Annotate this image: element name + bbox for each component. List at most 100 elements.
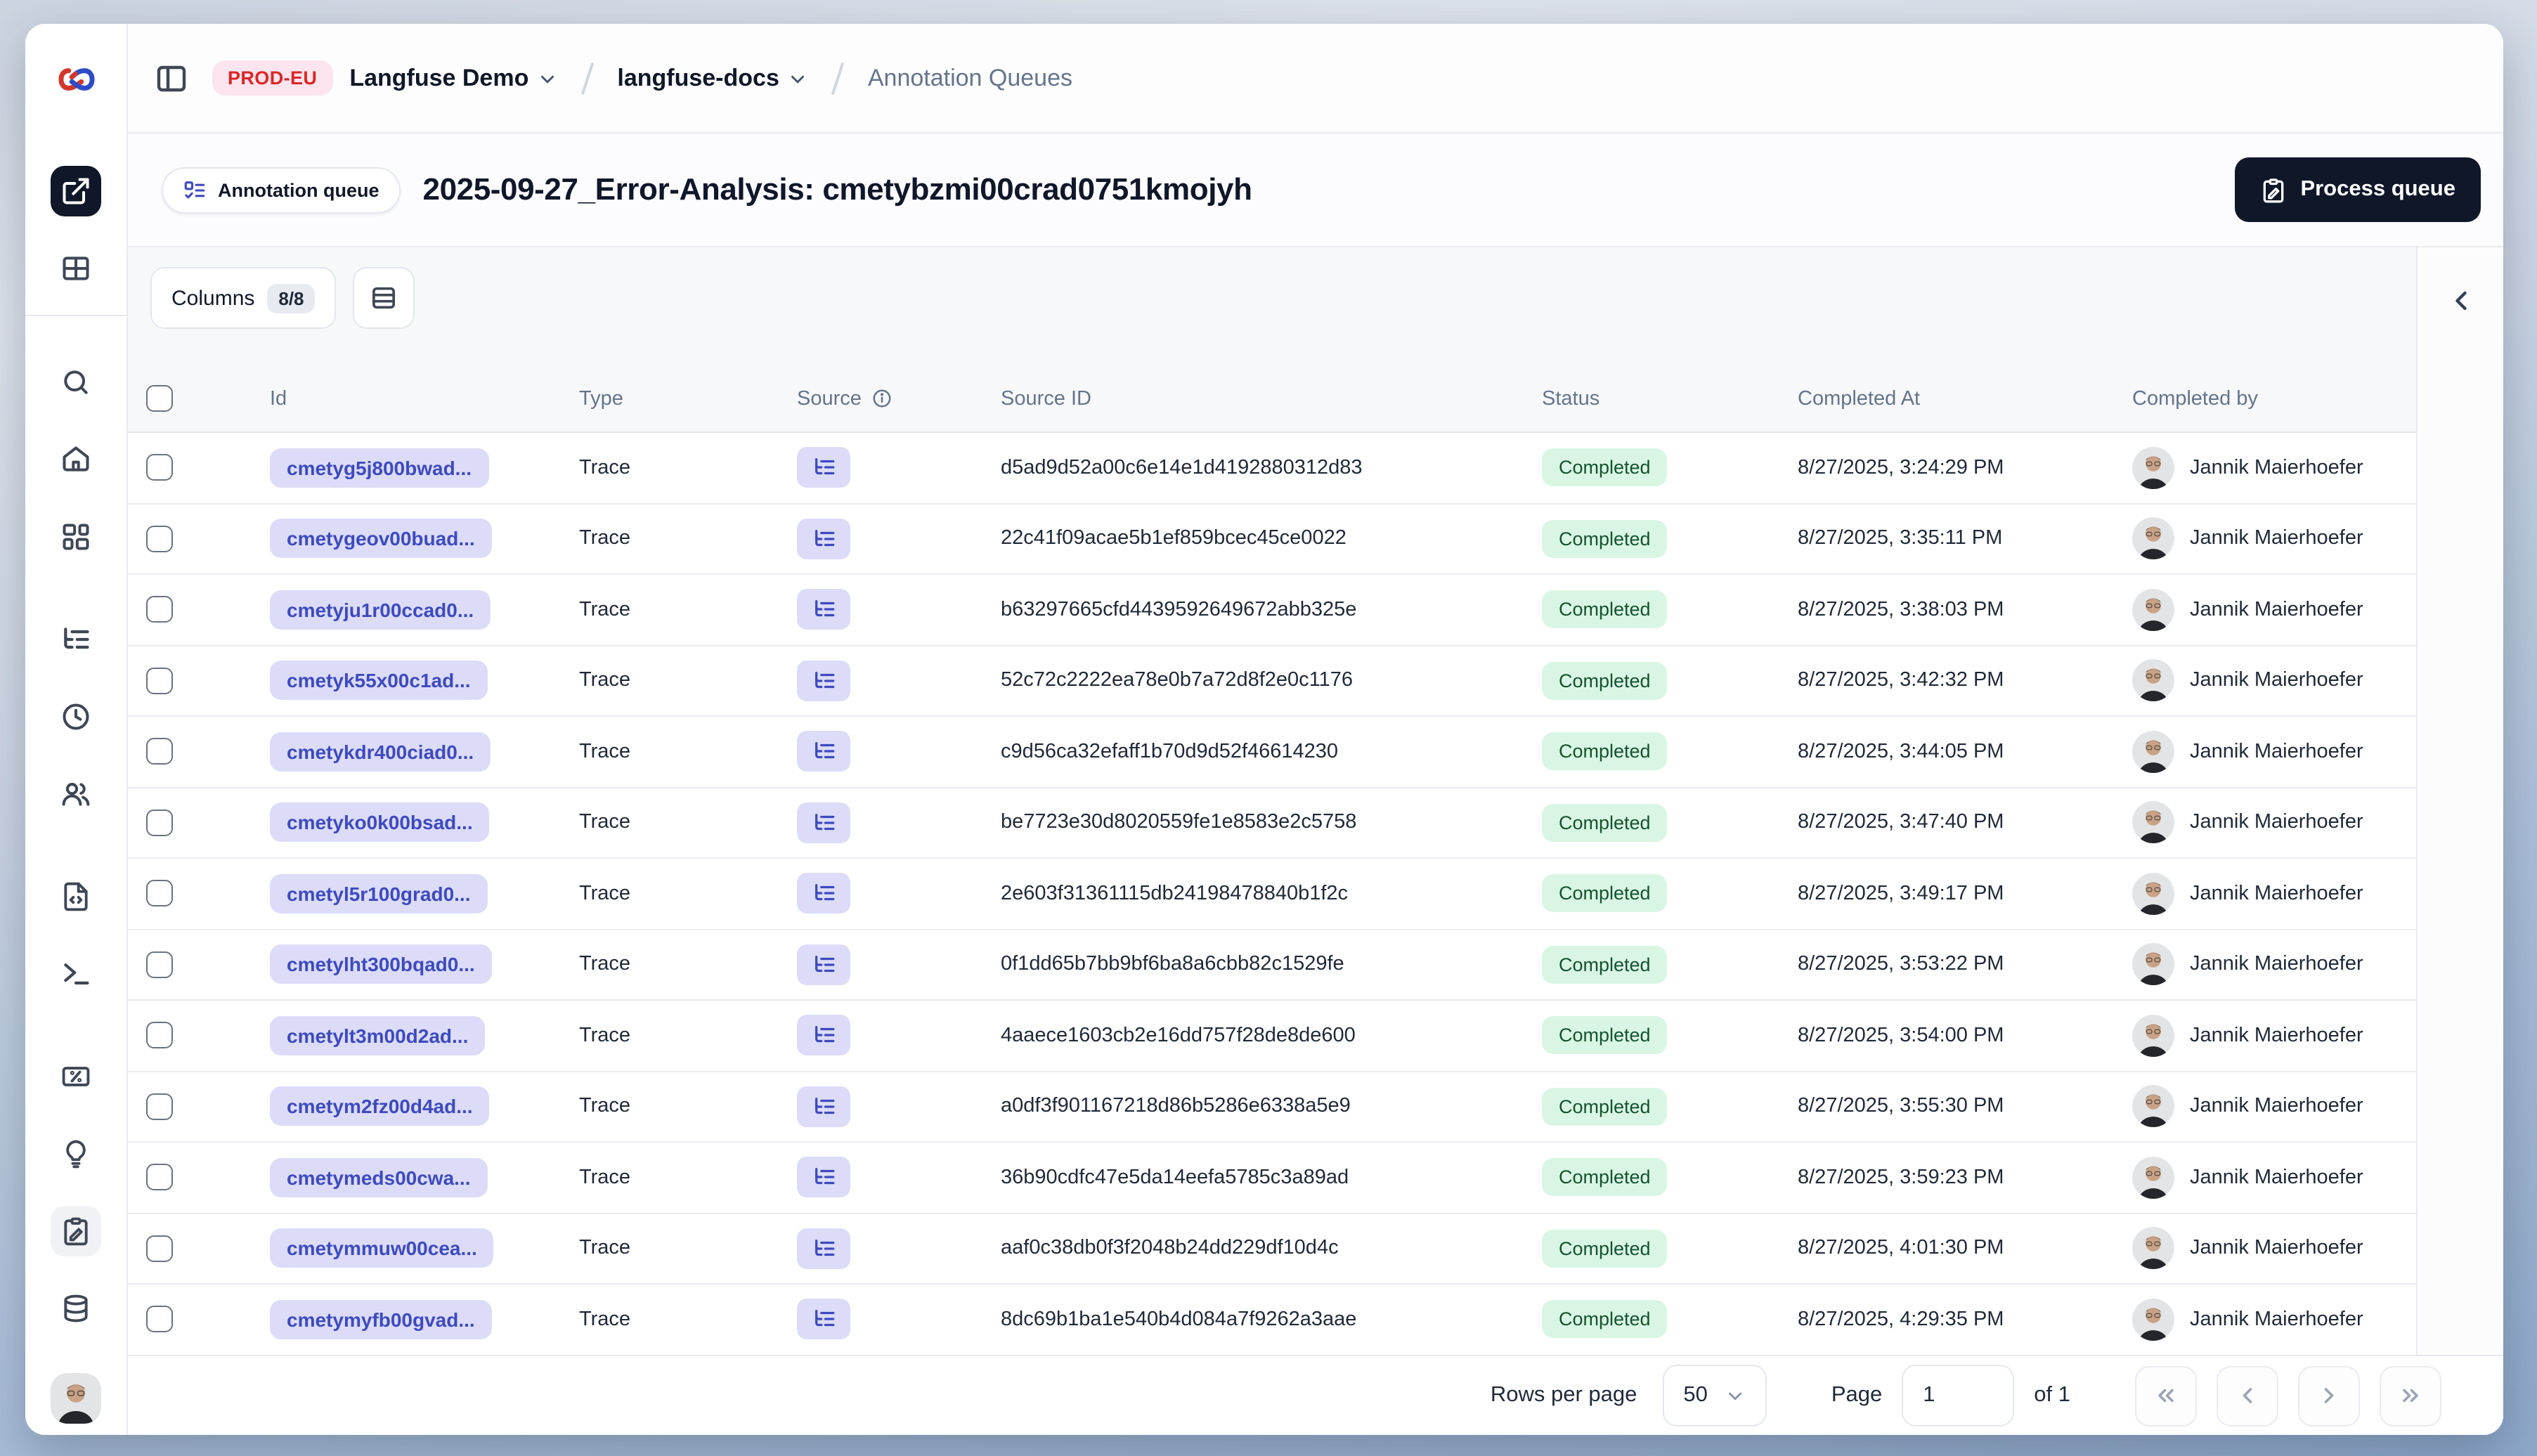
trace-link-icon[interactable]: [797, 1086, 850, 1127]
trace-link-icon[interactable]: [797, 1228, 850, 1269]
row-avatar: [2132, 1086, 2174, 1128]
home-icon[interactable]: [51, 434, 101, 485]
row-id-badge[interactable]: cmetyju1r00ccad0...: [270, 590, 491, 630]
trace-link-icon[interactable]: [797, 1299, 850, 1340]
process-queue-button[interactable]: Process queue: [2234, 157, 2481, 222]
row-checkbox[interactable]: [146, 880, 173, 907]
status-badge: Completed: [1542, 1229, 1668, 1268]
row-avatar: [2132, 1015, 2174, 1057]
row-avatar: [2132, 1299, 2174, 1341]
row-checkbox[interactable]: [146, 1093, 173, 1120]
row-type: Trace: [579, 811, 631, 834]
first-page-icon[interactable]: [2135, 1365, 2197, 1426]
row-id-badge[interactable]: cmetymmuw00cea...: [270, 1228, 494, 1268]
row-checkbox[interactable]: [146, 1022, 173, 1049]
row-checkbox[interactable]: [146, 596, 173, 623]
row-checkbox[interactable]: [146, 1164, 173, 1191]
annotation-clipboard-icon[interactable]: [51, 1206, 101, 1256]
org-switcher[interactable]: Langfuse Demo: [349, 64, 558, 92]
row-checkbox[interactable]: [146, 1306, 173, 1333]
search-icon[interactable]: [51, 357, 101, 408]
col-completed-at[interactable]: Completed At: [1798, 387, 1920, 410]
sidebar-toggle-icon[interactable]: [148, 54, 195, 102]
row-checkbox[interactable]: [146, 667, 173, 694]
table-row: cmetylt3m00d2ad... Trace 4aaece1603cb2e1…: [128, 1001, 2416, 1072]
status-badge: Completed: [1542, 874, 1668, 913]
page-header: Annotation queue 2025-09-27_Error-Analys…: [128, 134, 2503, 247]
row-completed-by: Jannik Maierhoefer: [2190, 669, 2363, 692]
row-checkbox[interactable]: [146, 454, 173, 481]
trace-link-icon[interactable]: [797, 731, 850, 772]
trace-link-icon[interactable]: [797, 944, 850, 985]
prev-page-icon[interactable]: [2217, 1365, 2278, 1426]
row-checkbox[interactable]: [146, 525, 173, 552]
status-badge: Completed: [1542, 519, 1668, 558]
trace-link-icon[interactable]: [797, 802, 850, 843]
side-panel-strip: [2416, 247, 2503, 1356]
rows-per-page-select[interactable]: 50: [1662, 1365, 1767, 1426]
table-row: cmetym2fz00d4ad... Trace a0df3f901167218…: [128, 1072, 2416, 1143]
table-row: cmetymmuw00cea... Trace aaf0c38db0f3f204…: [128, 1214, 2416, 1285]
last-page-icon[interactable]: [2380, 1365, 2441, 1426]
row-completed-by: Jannik Maierhoefer: [2190, 527, 2363, 550]
row-id-badge[interactable]: cmetyg5j800bwad...: [270, 448, 489, 488]
trace-link-icon[interactable]: [797, 589, 850, 630]
sessions-clock-icon[interactable]: [51, 691, 101, 742]
col-id[interactable]: Id: [270, 387, 287, 410]
table-row: cmetyl5r100grad0... Trace 2e603f31361115…: [128, 859, 2416, 930]
row-id-badge[interactable]: cmetylt3m00d2ad...: [270, 1015, 486, 1055]
user-avatar[interactable]: [51, 1373, 101, 1424]
langfuse-logo: [25, 24, 126, 134]
row-id-badge[interactable]: cmetylht300bqad0...: [270, 944, 492, 984]
row-checkbox[interactable]: [146, 738, 173, 765]
row-id-badge[interactable]: cmetyko0k00bsad...: [270, 802, 490, 843]
lightbulb-icon[interactable]: [51, 1129, 101, 1179]
columns-button[interactable]: Columns 8/8: [150, 267, 337, 329]
trace-link-icon[interactable]: [797, 518, 850, 559]
row-checkbox[interactable]: [146, 809, 173, 836]
row-checkbox[interactable]: [146, 1235, 173, 1262]
row-id-badge[interactable]: cmetygeov00buad...: [270, 519, 492, 559]
trace-link-icon[interactable]: [797, 660, 850, 701]
open-external-button[interactable]: [51, 166, 101, 216]
col-status[interactable]: Status: [1542, 387, 1600, 410]
select-all-checkbox[interactable]: [146, 385, 173, 412]
next-page-icon[interactable]: [2298, 1365, 2360, 1426]
table-view-icon[interactable]: [51, 243, 101, 294]
project-switcher[interactable]: langfuse-docs: [617, 64, 809, 92]
collapse-panel-chevron-icon[interactable]: [2438, 278, 2483, 323]
chevron-down-icon: [788, 69, 809, 90]
col-source-id[interactable]: Source ID: [1001, 387, 1091, 410]
row-completed-by: Jannik Maierhoefer: [2190, 598, 2363, 621]
playground-terminal-icon[interactable]: [51, 949, 101, 999]
chevron-down-icon: [537, 69, 558, 90]
row-checkbox[interactable]: [146, 951, 173, 978]
col-type[interactable]: Type: [579, 387, 623, 410]
row-source-id: be7723e30d8020559fe1e8583e2c5758: [1001, 811, 1357, 834]
evaluation-percent-icon[interactable]: [51, 1051, 101, 1102]
datasets-database-icon[interactable]: [51, 1283, 101, 1334]
page-number-input[interactable]: [1902, 1365, 2015, 1426]
app-window: PROD-EU Langfuse Demo langfuse-docs Anno…: [25, 24, 2503, 1435]
col-completed-by[interactable]: Completed by: [2132, 387, 2258, 410]
traces-tree-icon[interactable]: [51, 614, 101, 665]
rows-per-page-label: Rows per page: [1490, 1383, 1637, 1407]
dashboard-icon[interactable]: [51, 512, 101, 562]
row-height-icon[interactable]: [353, 267, 415, 329]
trace-link-icon[interactable]: [797, 873, 850, 914]
trace-link-icon[interactable]: [797, 447, 850, 488]
trace-link-icon[interactable]: [797, 1157, 850, 1198]
users-icon[interactable]: [51, 769, 101, 819]
row-id-badge[interactable]: cmetymeds00cwa...: [270, 1157, 488, 1197]
row-id-badge[interactable]: cmetymyfb00gvad...: [270, 1299, 492, 1339]
row-completed-at: 8/27/2025, 3:55:30 PM: [1798, 1095, 2004, 1118]
trace-link-icon[interactable]: [797, 1015, 850, 1056]
row-id-badge[interactable]: cmetyk55x00c1ad...: [270, 661, 488, 701]
row-id-badge[interactable]: cmetykdr400ciad0...: [270, 732, 491, 772]
col-source[interactable]: Source: [797, 387, 862, 410]
row-id-badge[interactable]: cmetym2fz00d4ad...: [270, 1086, 490, 1126]
row-id-badge[interactable]: cmetyl5r100grad0...: [270, 873, 488, 914]
row-avatar: [2132, 1157, 2174, 1199]
prompts-file-code-icon[interactable]: [51, 871, 101, 922]
row-completed-by: Jannik Maierhoefer: [2190, 456, 2363, 479]
